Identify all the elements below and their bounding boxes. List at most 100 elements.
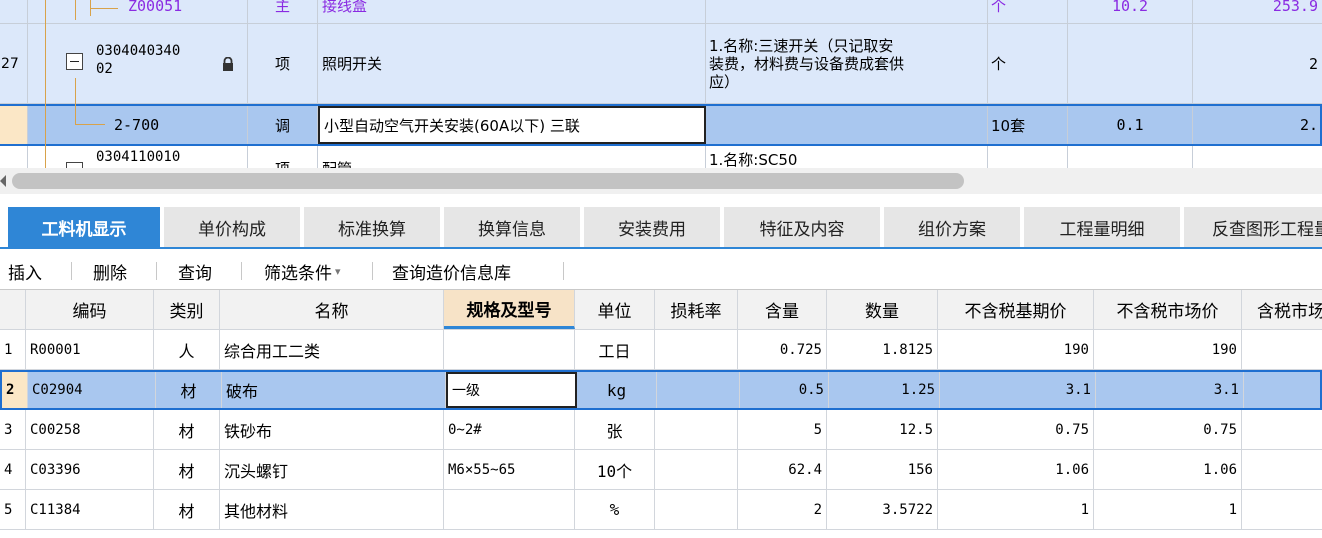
type-cell[interactable]: 材 xyxy=(154,410,220,449)
tab-features[interactable]: 特征及内容 xyxy=(724,207,882,247)
code-cell[interactable]: C02904 xyxy=(28,372,156,408)
tab-install-fee[interactable]: 安装费用 xyxy=(584,207,722,247)
loss-cell[interactable] xyxy=(655,330,738,369)
content-cell[interactable]: 5 xyxy=(738,410,827,449)
query-button[interactable]: 查询 xyxy=(178,258,212,284)
table-header: 编码 类别 名称 规格及型号 单位 损耗率 含量 数量 不含税基期价 不含税市场… xyxy=(0,290,1322,330)
spec-cell[interactable] xyxy=(444,330,575,369)
content-cell[interactable]: 0.725 xyxy=(738,330,827,369)
column-header[interactable]: 不含税基期价 xyxy=(938,290,1094,329)
name-cell[interactable]: 铁砂布 xyxy=(220,410,444,449)
filter-dropdown[interactable]: 筛选条件 ▾ xyxy=(264,258,341,284)
base-price-cell[interactable]: 3.1 xyxy=(940,372,1096,408)
market-price-cell[interactable]: 3.1 xyxy=(1096,372,1244,408)
column-header[interactable]: 名称 xyxy=(220,290,444,329)
table-row[interactable]: 3 C00258 材 铁砂布 0~2# 张 5 12.5 0.75 0.75 xyxy=(0,410,1322,450)
loss-cell[interactable] xyxy=(657,372,740,408)
spec-cell[interactable] xyxy=(444,490,575,529)
base-price-cell[interactable]: 190 xyxy=(938,330,1094,369)
name-cell[interactable]: 破布 xyxy=(222,372,446,408)
market-price-cell[interactable]: 0.75 xyxy=(1094,410,1242,449)
base-price-cell[interactable]: 0.75 xyxy=(938,410,1094,449)
base-price-cell[interactable]: 1.06 xyxy=(938,450,1094,489)
market-price-cell[interactable]: 190 xyxy=(1094,330,1242,369)
name-cell: 接线盒 xyxy=(318,0,706,23)
column-header[interactable]: 单位 xyxy=(575,290,655,329)
spec-edit-cell[interactable]: 一级 xyxy=(446,372,577,408)
tab-unit-price[interactable]: 单价构成 xyxy=(164,207,302,247)
loss-cell[interactable] xyxy=(655,410,738,449)
unit-cell[interactable]: 工日 xyxy=(575,330,655,369)
name-cell[interactable]: 综合用工二类 xyxy=(220,330,444,369)
name-cell[interactable]: 沉头螺钉 xyxy=(220,450,444,489)
unit-cell[interactable]: % xyxy=(575,490,655,529)
loss-cell[interactable] xyxy=(655,450,738,489)
quantity-cell[interactable]: 3.5722 xyxy=(827,490,938,529)
base-price-cell[interactable]: 1 xyxy=(938,490,1094,529)
column-header[interactable]: 编码 xyxy=(26,290,154,329)
content-cell[interactable]: 2 xyxy=(738,490,827,529)
scrollbar-thumb[interactable] xyxy=(12,173,964,189)
table-row[interactable]: 27 0304040340 02 项 照明开关 1.名称:三速开关（只记取安 装… xyxy=(0,24,1322,104)
tax-market-price-cell[interactable] xyxy=(1242,450,1322,489)
column-header[interactable]: 损耗率 xyxy=(655,290,738,329)
code-cell[interactable]: C03396 xyxy=(26,450,154,489)
type-cell[interactable]: 人 xyxy=(154,330,220,369)
tab-quantity-detail[interactable]: 工程量明细 xyxy=(1024,207,1182,247)
tree-line xyxy=(90,8,118,9)
column-header[interactable]: 含税市场价 xyxy=(1242,290,1322,329)
type-cell[interactable]: 材 xyxy=(154,450,220,489)
scroll-left-arrow-icon[interactable] xyxy=(0,175,6,187)
tax-market-price-cell[interactable] xyxy=(1244,372,1322,408)
minus-box-icon[interactable] xyxy=(66,53,83,70)
name-cell[interactable]: 其他材料 xyxy=(220,490,444,529)
loss-cell[interactable] xyxy=(655,490,738,529)
unit-cell[interactable]: 10个 xyxy=(575,450,655,489)
tab-material-display[interactable]: 工料机显示 xyxy=(8,207,162,247)
quantity-cell[interactable]: 156 xyxy=(827,450,938,489)
type-cell[interactable]: 材 xyxy=(156,372,222,408)
table-row-selected[interactable]: 2-700 调 小型自动空气开关安装(60A以下) 三联 10套 0.1 2. xyxy=(0,104,1322,146)
content-cell[interactable]: 0.5 xyxy=(740,372,829,408)
quantity-cell[interactable]: 1.8125 xyxy=(827,330,938,369)
tax-market-price-cell[interactable] xyxy=(1242,330,1322,369)
market-price-cell[interactable]: 1.06 xyxy=(1094,450,1242,489)
quantity-cell[interactable]: 12.5 xyxy=(827,410,938,449)
quantity-cell[interactable]: 1.25 xyxy=(829,372,940,408)
unit-cell[interactable]: 张 xyxy=(575,410,655,449)
chevron-down-icon: ▾ xyxy=(335,264,341,278)
spec-cell[interactable]: 0~2# xyxy=(444,410,575,449)
code-cell[interactable]: R00001 xyxy=(26,330,154,369)
code-line: 02 xyxy=(96,61,113,77)
name-edit-cell[interactable]: 小型自动空气开关安装(60A以下) 三联 xyxy=(318,106,706,144)
table-row[interactable]: 5 C11384 材 其他材料 % 2 3.5722 1 1 xyxy=(0,490,1322,530)
price-library-button[interactable]: 查询造价信息库 xyxy=(392,258,511,284)
tax-market-price-cell[interactable] xyxy=(1242,490,1322,529)
content-cell[interactable]: 62.4 xyxy=(738,450,827,489)
table-row[interactable]: Z00051 主 接线盒 个 10.2 253.9 xyxy=(0,0,1322,24)
table-row[interactable]: 1 R00001 人 综合用工二类 工日 0.725 1.8125 190 19… xyxy=(0,330,1322,370)
column-header-active[interactable]: 规格及型号 xyxy=(444,290,575,329)
table-row-selected[interactable]: 2 C02904 材 破布 一级 kg 0.5 1.25 3.1 3.1 xyxy=(0,370,1322,410)
price-cell: 253.9 xyxy=(1272,0,1318,15)
table-row[interactable]: 4 C03396 材 沉头螺钉 M6×55~65 10个 62.4 156 1.… xyxy=(0,450,1322,490)
horizontal-scrollbar[interactable] xyxy=(0,168,1322,194)
table-row[interactable]: 0304110010 项 配管 1.名称:SC50 xyxy=(0,146,1322,168)
column-header[interactable]: 含量 xyxy=(738,290,827,329)
unit-cell[interactable]: kg xyxy=(577,372,657,408)
tab-conversion-info[interactable]: 换算信息 xyxy=(444,207,582,247)
code-cell[interactable]: C11384 xyxy=(26,490,154,529)
code-cell[interactable]: C00258 xyxy=(26,410,154,449)
tab-reverse-lookup[interactable]: 反查图形工程量 xyxy=(1184,207,1322,247)
column-header[interactable]: 数量 xyxy=(827,290,938,329)
tab-pricing-plan[interactable]: 组价方案 xyxy=(884,207,1022,247)
column-header[interactable]: 不含税市场价 xyxy=(1094,290,1242,329)
delete-button[interactable]: 删除 xyxy=(93,258,127,284)
tab-standard-conversion[interactable]: 标准换算 xyxy=(304,207,442,247)
spec-cell[interactable]: M6×55~65 xyxy=(444,450,575,489)
insert-button[interactable]: 插入 xyxy=(8,258,42,284)
tax-market-price-cell[interactable] xyxy=(1242,410,1322,449)
type-cell[interactable]: 材 xyxy=(154,490,220,529)
market-price-cell[interactable]: 1 xyxy=(1094,490,1242,529)
column-header[interactable]: 类别 xyxy=(154,290,220,329)
